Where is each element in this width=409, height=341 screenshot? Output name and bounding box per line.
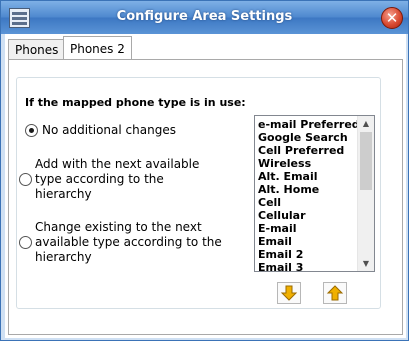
list-item[interactable]: Google Search bbox=[258, 131, 358, 144]
list-item[interactable]: Alt. Home bbox=[258, 183, 358, 196]
radio-add-next-available[interactable] bbox=[19, 173, 32, 186]
option-label: No additional changes bbox=[42, 123, 176, 137]
list-item[interactable]: Cellular bbox=[258, 209, 358, 222]
scroll-up-icon[interactable]: ▲ bbox=[358, 116, 374, 131]
scroll-thumb[interactable] bbox=[360, 132, 372, 190]
close-button[interactable]: ✕ bbox=[381, 7, 403, 29]
window-title: Configure Area Settings bbox=[116, 9, 293, 24]
list-items: e-mail Preferred Google Search Cell Prefer… bbox=[258, 118, 360, 274]
list-item[interactable]: Wireless bbox=[258, 157, 358, 170]
move-up-button[interactable] bbox=[323, 282, 347, 304]
option-label-line-3: hierarchy bbox=[35, 250, 92, 264]
option-label-line-2: available type according to the bbox=[35, 235, 222, 249]
phone-type-hierarchy-list[interactable]: e-mail Preferred Google Search Cell Prefer… bbox=[254, 115, 375, 274]
option-label-line-3: hierarchy bbox=[35, 187, 92, 201]
tab-strip: Phones Phones 2 bbox=[5, 34, 406, 61]
list-item[interactable]: Alt. Email bbox=[258, 170, 358, 183]
option-label-line-1: Change existing to the next bbox=[35, 220, 202, 234]
tab-phones-2[interactable]: Phones 2 bbox=[63, 36, 132, 60]
list-item[interactable]: Email bbox=[258, 235, 358, 248]
group-legend: If the mapped phone type is in use: bbox=[23, 96, 248, 109]
title-bar[interactable]: Configure Area Settings ✕ bbox=[1, 1, 408, 34]
option-label-line-1: Add with the next available bbox=[35, 157, 200, 171]
list-item[interactable]: E-mail bbox=[258, 222, 358, 235]
arrow-down-icon bbox=[280, 285, 298, 301]
tab-phones[interactable]: Phones bbox=[8, 39, 66, 61]
list-item[interactable]: Email 3 bbox=[258, 261, 358, 274]
move-down-button[interactable] bbox=[277, 282, 301, 304]
list-item[interactable]: Email 2 bbox=[258, 248, 358, 261]
list-item[interactable]: Cell bbox=[258, 196, 358, 209]
list-scrollbar[interactable]: ▲ ▼ bbox=[357, 116, 374, 271]
scroll-down-icon[interactable]: ▼ bbox=[358, 256, 374, 271]
arrow-up-icon bbox=[326, 285, 344, 301]
close-icon: ✕ bbox=[385, 9, 399, 27]
list-item[interactable]: e-mail Preferred bbox=[258, 118, 360, 131]
radio-change-existing[interactable] bbox=[19, 236, 32, 249]
configure-area-settings-window: Configure Area Settings ✕ Phones Phones … bbox=[0, 0, 409, 341]
radio-no-additional-changes[interactable] bbox=[25, 124, 38, 137]
list-item[interactable]: Cell Preferred bbox=[258, 144, 358, 157]
option-label-line-2: type according to the bbox=[35, 172, 164, 186]
